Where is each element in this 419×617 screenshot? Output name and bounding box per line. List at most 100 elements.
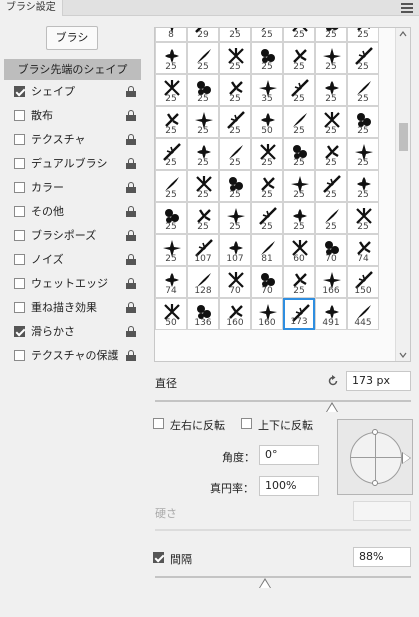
brush-tip-cell[interactable]: 25 (187, 74, 219, 106)
brush-option-checkbox[interactable] (14, 86, 25, 97)
brush-option-item[interactable]: 散布 (4, 104, 141, 128)
brush-option-checkbox[interactable] (14, 134, 25, 145)
brush-tip-cell[interactable]: 25 (347, 28, 379, 42)
brush-tip-cell[interactable]: 25 (251, 202, 283, 234)
brush-tip-cell[interactable]: 25 (347, 42, 379, 74)
brush-tip-cell[interactable]: 25 (155, 170, 187, 202)
brush-tip-cell[interactable]: 136 (187, 298, 219, 330)
brush-tip-cell[interactable]: 25 (283, 42, 315, 74)
diameter-slider-track[interactable] (155, 400, 411, 402)
brush-tip-cell[interactable]: 25 (347, 106, 379, 138)
brush-tip-cell[interactable]: 29 (187, 28, 219, 42)
brush-tip-cell[interactable]: 25 (219, 74, 251, 106)
brush-option-item[interactable]: テクスチャ (4, 128, 141, 152)
brush-tip-cell[interactable]: 25 (251, 42, 283, 74)
angle-input[interactable]: 0° (259, 445, 319, 465)
roundness-handle-top[interactable] (372, 429, 378, 435)
brush-tip-cell[interactable]: 50 (251, 106, 283, 138)
brush-option-checkbox[interactable] (14, 350, 25, 361)
brush-tip-cell[interactable]: 25 (155, 202, 187, 234)
brush-tip-cell[interactable]: 25 (283, 138, 315, 170)
flip-y-checkbox[interactable] (241, 418, 252, 429)
brush-tip-cell[interactable]: 150 (347, 266, 379, 298)
brush-tip-cell[interactable]: 25 (187, 202, 219, 234)
brush-option-checkbox[interactable] (14, 206, 25, 217)
brush-tip-cell[interactable]: 25 (315, 42, 347, 74)
brush-tip-cell[interactable]: 74 (155, 266, 187, 298)
brush-tip-cell[interactable]: 160 (219, 298, 251, 330)
diameter-input[interactable]: 173 px (346, 371, 411, 391)
brush-tip-cell[interactable]: 25 (219, 202, 251, 234)
brush-tip-cell[interactable]: 25 (315, 74, 347, 106)
lock-icon[interactable] (126, 326, 136, 337)
brush-tip-cell[interactable]: 25 (219, 42, 251, 74)
brush-tip-cell[interactable]: 25 (155, 106, 187, 138)
scroll-up-icon[interactable] (399, 31, 407, 37)
lock-icon[interactable] (126, 158, 136, 169)
brush-tip-cell[interactable]: 25 (187, 138, 219, 170)
brush-tip-cell[interactable]: 70 (251, 266, 283, 298)
brush-tip-cell[interactable]: 107 (187, 234, 219, 266)
brush-tip-cell[interactable]: 25 (347, 74, 379, 106)
brush-tip-cell[interactable]: 166 (315, 266, 347, 298)
brush-tip-cell[interactable]: 74 (347, 234, 379, 266)
brush-option-item[interactable]: ノイズ (4, 248, 141, 272)
brush-tip-cell[interactable]: 160 (251, 298, 283, 330)
lock-icon[interactable] (126, 86, 136, 97)
lock-icon[interactable] (126, 134, 136, 145)
brush-tip-cell[interactable]: 25 (283, 170, 315, 202)
brush-tip-cell[interactable]: 25 (283, 266, 315, 298)
brush-tip-cell[interactable]: 25 (219, 170, 251, 202)
brush-option-checkbox[interactable] (14, 182, 25, 193)
brush-tip-cell[interactable]: 25 (283, 106, 315, 138)
brush-tip-cell[interactable]: 25 (315, 106, 347, 138)
lock-icon[interactable] (126, 278, 136, 289)
brush-tip-cell[interactable]: 25 (219, 28, 251, 42)
brush-option-item[interactable]: ブラシポーズ (4, 224, 141, 248)
brush-tip-cell[interactable]: 25 (219, 106, 251, 138)
brush-tip-cell[interactable]: 25 (347, 138, 379, 170)
reset-size-icon[interactable] (327, 375, 339, 387)
brush-option-item[interactable]: 重ね描き効果 (4, 296, 141, 320)
brush-tip-cell[interactable]: 25 (347, 170, 379, 202)
brush-tip-cell[interactable]: 25 (283, 202, 315, 234)
brush-option-item[interactable]: デュアルブラシ (4, 152, 141, 176)
brush-tip-cell[interactable]: 25 (155, 42, 187, 74)
lock-icon[interactable] (126, 110, 136, 121)
brush-tip-shape-header[interactable]: ブラシ先端のシェイプ (4, 59, 141, 80)
brush-tip-cell[interactable]: 25 (219, 138, 251, 170)
brush-option-checkbox[interactable] (14, 278, 25, 289)
brush-tip-cell[interactable]: 70 (219, 266, 251, 298)
brush-tip-cell[interactable]: 173 (283, 298, 315, 330)
lock-icon[interactable] (126, 350, 136, 361)
brush-tip-cell[interactable]: 25 (315, 138, 347, 170)
scroll-down-icon[interactable] (399, 352, 407, 358)
brush-tip-cell[interactable]: 81 (251, 234, 283, 266)
lock-icon[interactable] (126, 230, 136, 241)
brush-option-item[interactable]: テクスチャの保護 (4, 344, 141, 368)
roundness-handle-bottom[interactable] (372, 480, 378, 486)
brush-option-item[interactable]: シェイプ (4, 80, 141, 104)
brush-option-checkbox[interactable] (14, 230, 25, 241)
brush-tip-cell[interactable]: 25 (187, 106, 219, 138)
brush-tip-cell[interactable]: 25 (315, 170, 347, 202)
brush-tip-cell[interactable]: 8 (155, 28, 187, 42)
spacing-input[interactable]: 88% (353, 547, 411, 567)
angle-arrow-icon[interactable] (403, 453, 410, 463)
brush-tip-cell[interactable]: 25 (155, 234, 187, 266)
brush-option-item[interactable]: その他 (4, 200, 141, 224)
brush-tip-cell[interactable]: 25 (283, 28, 315, 42)
spacing-slider-track[interactable] (155, 576, 411, 578)
brush-tip-cell[interactable]: 25 (155, 138, 187, 170)
scroll-thumb[interactable] (399, 123, 408, 151)
brush-option-checkbox[interactable] (14, 302, 25, 313)
lock-icon[interactable] (126, 254, 136, 265)
brush-option-item[interactable]: カラー (4, 176, 141, 200)
brush-tip-cell[interactable]: 25 (251, 28, 283, 42)
lock-icon[interactable] (126, 302, 136, 313)
brush-presets-button[interactable]: ブラシ (46, 26, 98, 50)
brush-tip-cell[interactable]: 25 (187, 42, 219, 74)
lock-icon[interactable] (126, 182, 136, 193)
brush-tip-cell[interactable]: 445 (347, 298, 379, 330)
brush-tip-cell[interactable]: 50 (155, 298, 187, 330)
